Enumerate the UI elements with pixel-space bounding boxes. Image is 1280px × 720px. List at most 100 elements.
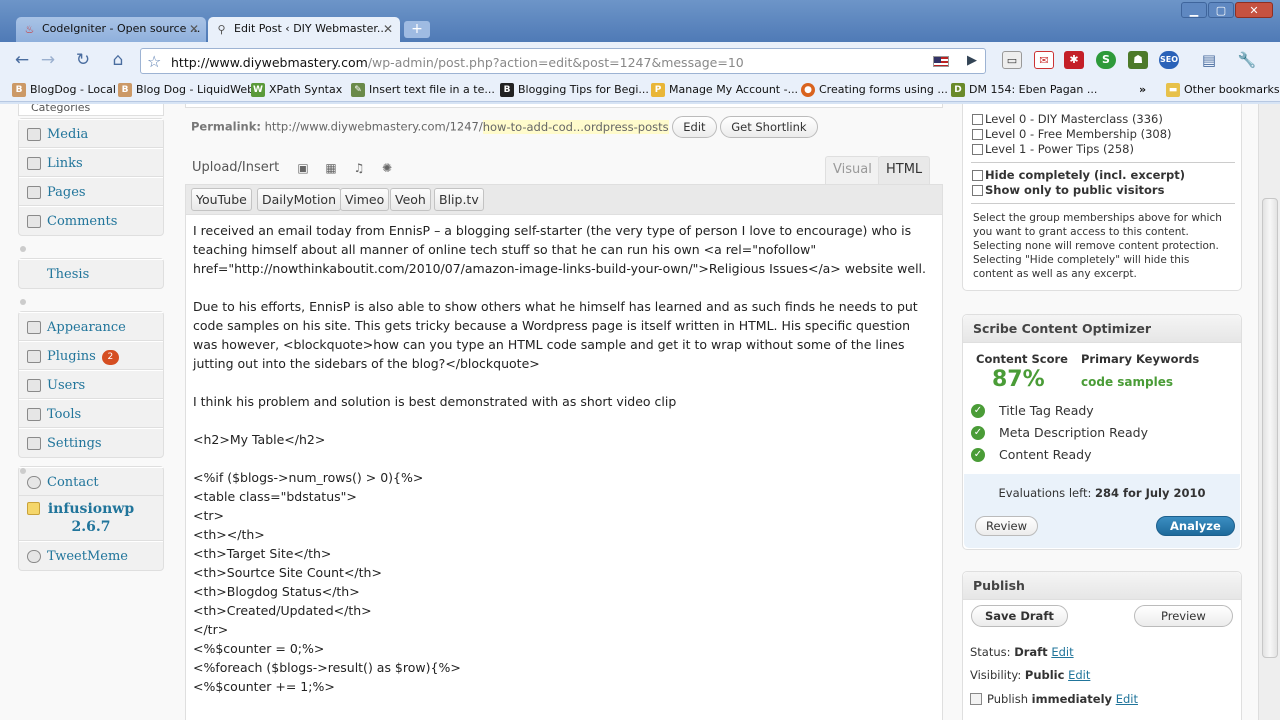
- categories-tab[interactable]: Categories: [18, 104, 164, 116]
- post-content-textarea[interactable]: I received an email today from EnnisP – …: [185, 214, 943, 720]
- menu-label: Settings: [47, 436, 102, 451]
- extension-screen-icon[interactable]: ▭: [1002, 51, 1022, 69]
- go-play-icon[interactable]: ▶: [967, 53, 977, 68]
- quicktag-veoh-button[interactable]: Veoh: [390, 188, 431, 211]
- bookmarks-overflow-icon[interactable]: »: [1139, 82, 1146, 98]
- bookmark-other-folder[interactable]: ▬ Other bookmarks: [1166, 82, 1280, 98]
- menu-item-plugins[interactable]: Plugins 2: [19, 341, 163, 370]
- menu-item-appearance[interactable]: Appearance: [19, 312, 163, 341]
- menu-item-comments[interactable]: Comments: [19, 206, 163, 235]
- add-audio-icon[interactable]: ♫: [352, 162, 366, 174]
- bookmark-label: DM 154: Eben Pagan ...: [969, 83, 1098, 96]
- menu-item-thesis[interactable]: Thesis: [19, 259, 163, 288]
- menu-label: Plugins: [47, 349, 96, 364]
- content-line: <%$counter += 1;%>: [193, 679, 335, 694]
- primary-keywords-value: code samples: [1081, 375, 1173, 389]
- extension-robot-icon[interactable]: ☗: [1128, 51, 1148, 69]
- add-image-icon[interactable]: ▣: [296, 162, 310, 174]
- browser-tab-edit-post[interactable]: ⚲ Edit Post ‹ DIY Webmaster... ✕: [208, 17, 400, 42]
- bookmark-xpath-syntax[interactable]: W XPath Syntax: [251, 82, 342, 98]
- tab-close-icon[interactable]: ✕: [383, 22, 393, 36]
- extension-asterisk-icon[interactable]: ✱: [1064, 51, 1084, 69]
- visibility-value: Public: [1024, 668, 1065, 682]
- page-menu-icon[interactable]: ▤: [1199, 51, 1219, 69]
- save-draft-button[interactable]: Save Draft: [971, 605, 1068, 627]
- get-shortlink-button[interactable]: Get Shortlink: [720, 116, 818, 138]
- address-bar[interactable]: ☆ http://www.diywebmastery.com/wp-admin/…: [140, 48, 986, 74]
- tab-title: Edit Post ‹ DIY Webmaster...: [234, 22, 388, 35]
- tab-html[interactable]: HTML: [878, 156, 931, 184]
- maximize-icon[interactable]: ▢: [1208, 2, 1234, 18]
- checkmark-icon: ✓: [971, 404, 985, 418]
- analyze-button[interactable]: Analyze: [1156, 516, 1235, 536]
- status-edit-link[interactable]: Edit: [1051, 645, 1073, 659]
- home-icon[interactable]: ⌂: [106, 49, 130, 71]
- bookmark-dm-154[interactable]: D DM 154: Eben Pagan ...: [951, 82, 1097, 98]
- content-line: <h2>My Table</h2>: [193, 432, 326, 447]
- membership-level-checkbox[interactable]: Level 0 - DIY Masterclass (336): [963, 112, 1241, 127]
- w3-icon: W: [251, 83, 265, 97]
- menu-label: Appearance: [47, 320, 126, 335]
- wrench-icon[interactable]: 🔧: [1237, 51, 1257, 69]
- hide-completely-checkbox[interactable]: Hide completely (incl. excerpt): [963, 168, 1241, 183]
- reload-icon[interactable]: ↻: [71, 49, 95, 71]
- stumbleupon-icon[interactable]: S: [1096, 51, 1116, 69]
- preview-button[interactable]: Preview: [1134, 605, 1233, 627]
- membership-help-text: Select the group memberships above for w…: [973, 212, 1222, 280]
- forward-arrow-icon[interactable]: →: [36, 49, 60, 71]
- content-line: <th>Sourtce Site Count</th>: [193, 565, 382, 580]
- new-tab-button[interactable]: +: [404, 21, 430, 38]
- bookmark-blogging-tips[interactable]: B Blogging Tips for Begi...: [500, 82, 649, 98]
- address-url[interactable]: http://www.diywebmastery.com/wp-admin/po…: [171, 55, 744, 70]
- permalink-slug[interactable]: how-to-add-cod...ordpress-posts: [482, 119, 669, 134]
- plugin-icon: [27, 350, 41, 363]
- quicktag-dailymotion-button[interactable]: DailyMotion: [257, 188, 342, 211]
- review-button[interactable]: Review: [975, 516, 1039, 536]
- menu-item-settings[interactable]: Settings: [19, 428, 163, 457]
- visibility-edit-link[interactable]: Edit: [1068, 668, 1090, 682]
- checkmark-icon: ✓: [971, 448, 985, 462]
- show-public-checkbox[interactable]: Show only to public visitors: [963, 183, 1241, 198]
- bookmark-blogdog-local[interactable]: B BlogDog - Local: [12, 82, 116, 98]
- permalink-edit-button[interactable]: Edit: [672, 116, 717, 138]
- browser-tab-codeigniter[interactable]: ♨ CodeIgniter - Open source ... ✕: [16, 17, 206, 42]
- menu-item-users[interactable]: Users: [19, 370, 163, 399]
- menu-label: Contact: [47, 475, 99, 490]
- page-scrollbar[interactable]: [1258, 104, 1280, 720]
- menu-item-pages[interactable]: Pages: [19, 177, 163, 206]
- content-line: I think his problem and solution is best…: [193, 394, 677, 409]
- seo-icon[interactable]: SEO: [1159, 51, 1179, 69]
- bookmark-creating-forms[interactable]: ● Creating forms using ...: [801, 82, 948, 98]
- b-logo-icon: B: [500, 83, 514, 97]
- window-close-icon[interactable]: ✕: [1235, 2, 1273, 18]
- scrollbar-thumb[interactable]: [1262, 198, 1278, 658]
- tab-visual[interactable]: Visual: [825, 156, 880, 184]
- gmail-icon[interactable]: ✉: [1034, 51, 1054, 69]
- appearance-icon: [27, 321, 41, 334]
- minimize-icon[interactable]: ▁: [1181, 2, 1207, 18]
- publish-edit-link[interactable]: Edit: [1116, 692, 1138, 706]
- menu-item-links[interactable]: Links: [19, 148, 163, 177]
- menu-item-infusionwp[interactable]: infusionwp 2.6.7: [19, 496, 163, 541]
- menu-item-tools[interactable]: Tools: [19, 399, 163, 428]
- publish-title[interactable]: Publish: [963, 572, 1241, 600]
- quicktag-bliptv-button[interactable]: Blip.tv: [434, 188, 484, 211]
- bookmark-star-icon[interactable]: ☆: [147, 52, 161, 71]
- scribe-title[interactable]: Scribe Content Optimizer: [963, 315, 1241, 343]
- quicktag-vimeo-button[interactable]: Vimeo: [340, 188, 390, 211]
- membership-level-checkbox[interactable]: Level 1 - Power Tips (258): [963, 142, 1241, 157]
- membership-level-checkbox[interactable]: Level 0 - Free Membership (308): [963, 127, 1241, 142]
- bookmark-insert-text-file[interactable]: ✎ Insert text file in a te...: [351, 82, 495, 98]
- menu-item-media[interactable]: Media: [19, 119, 163, 148]
- bookmark-manage-account[interactable]: P Manage My Account -...: [651, 82, 798, 98]
- back-arrow-icon[interactable]: ←: [10, 49, 34, 71]
- add-media-icon[interactable]: ✺: [380, 162, 394, 174]
- quicktag-youtube-button[interactable]: YouTube: [191, 188, 252, 211]
- menu-item-tweetmeme[interactable]: TweetMeme: [19, 541, 163, 570]
- tab-close-icon[interactable]: ✕: [189, 22, 199, 36]
- scribe-footer: Evaluations left: 284 for July 2010 Revi…: [964, 474, 1240, 548]
- menu-item-contact[interactable]: Contact: [19, 467, 163, 496]
- add-video-icon[interactable]: ▦: [324, 162, 338, 174]
- bookmark-label: Creating forms using ...: [819, 83, 948, 96]
- bookmark-blogdog-liquidweb[interactable]: B Blog Dog - LiquidWeb: [118, 82, 254, 98]
